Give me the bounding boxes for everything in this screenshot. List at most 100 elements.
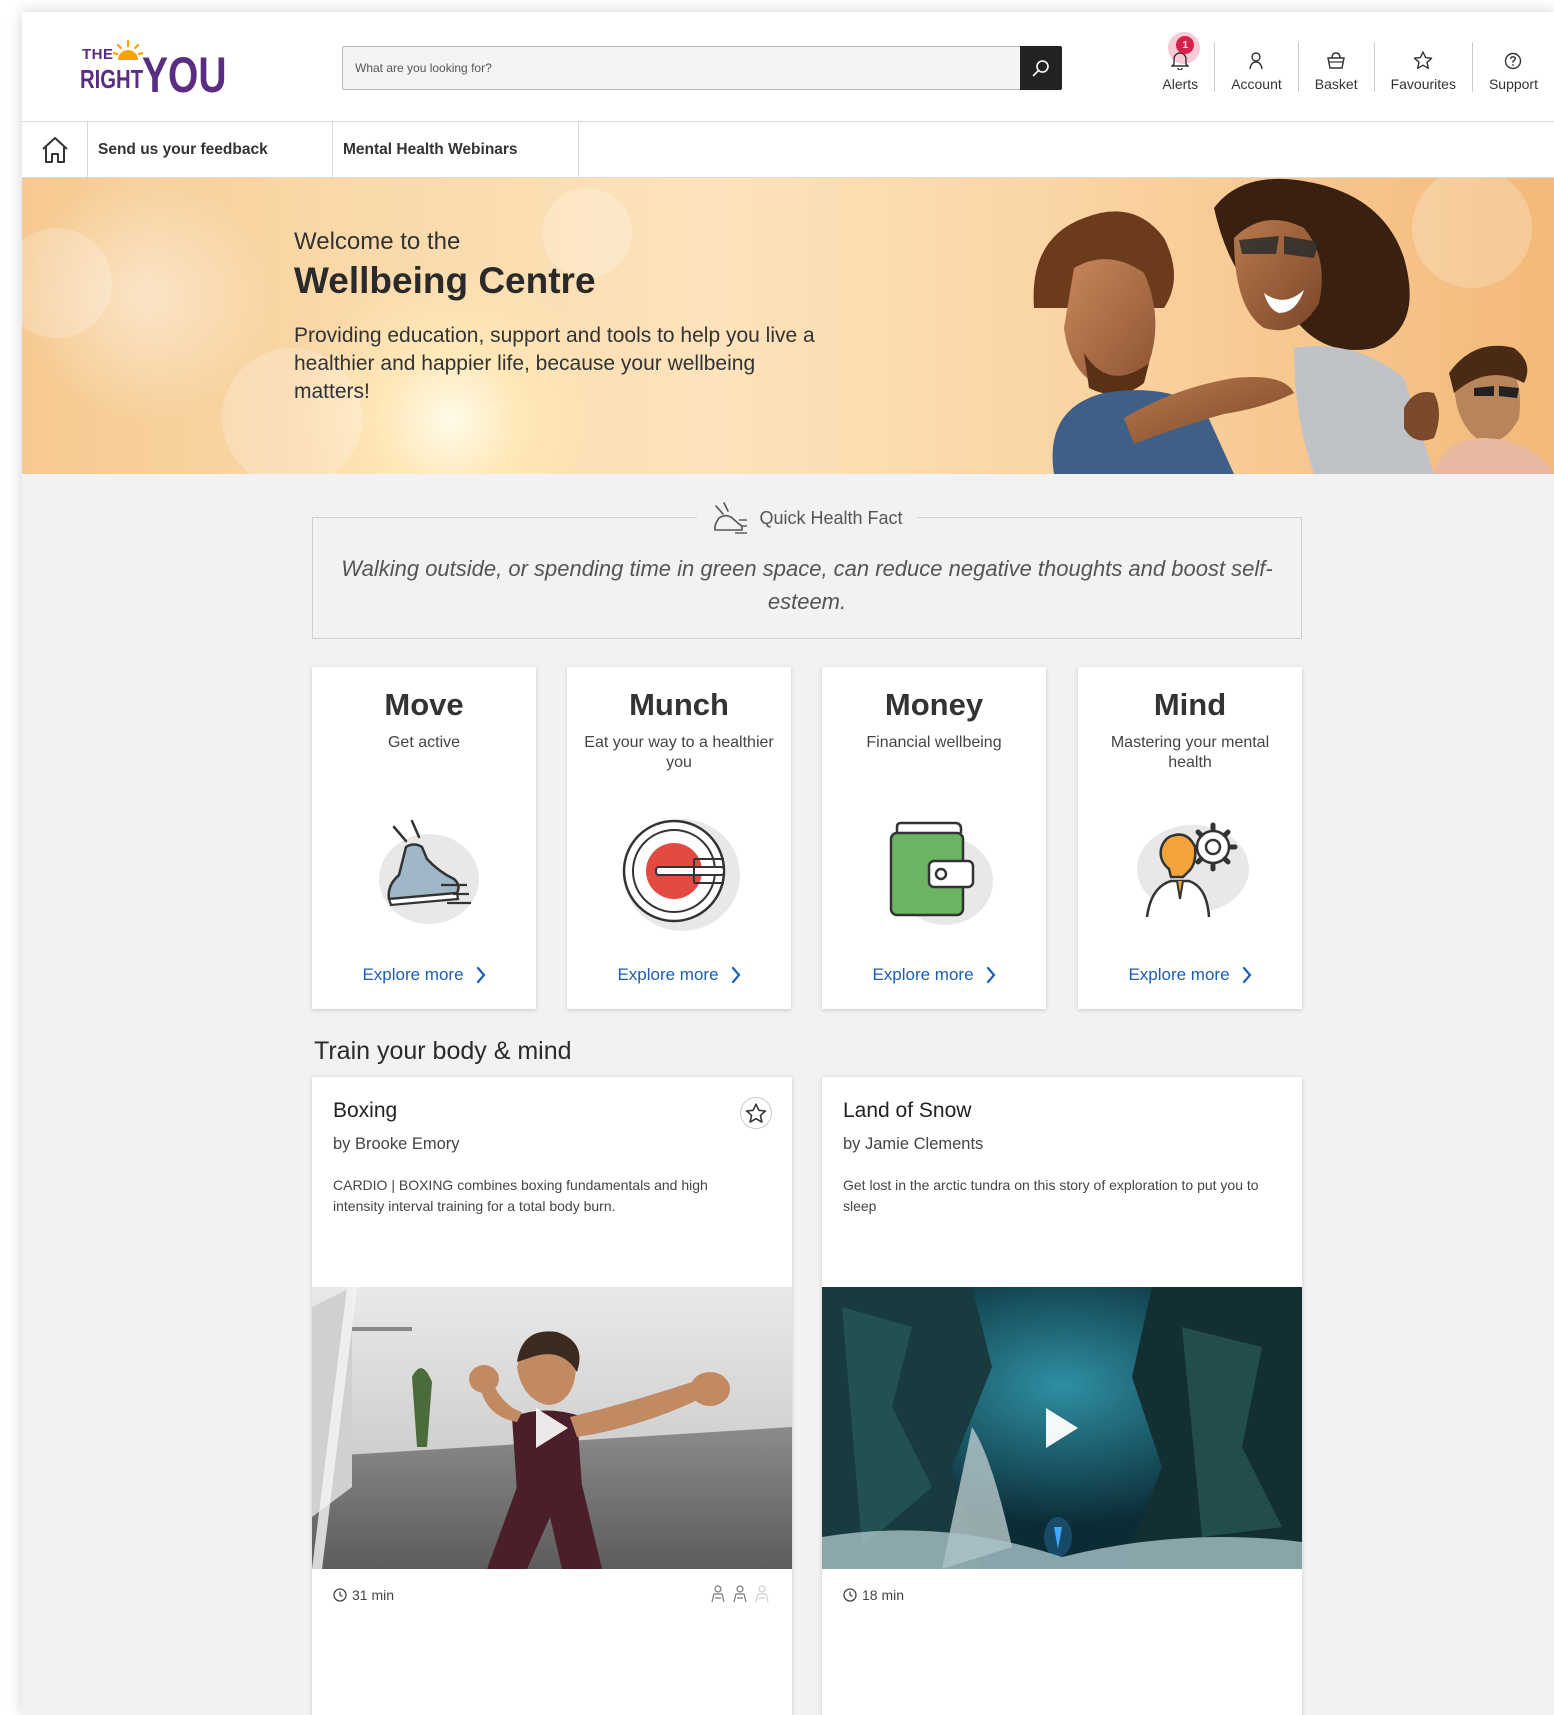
card-title: Move bbox=[384, 687, 464, 722]
card-subtitle: Get active bbox=[387, 734, 461, 751]
hero-bokeh bbox=[22, 228, 112, 338]
media-duration: 18 min bbox=[843, 1587, 904, 1603]
card-illustration bbox=[1078, 807, 1302, 937]
basket-icon bbox=[1326, 48, 1346, 70]
logo-the: THE bbox=[82, 46, 114, 63]
hero-description: Providing education, support and tools t… bbox=[294, 324, 815, 403]
media-title: Land of Snow bbox=[843, 1099, 972, 1122]
feedback-link[interactable]: Send us your feedback bbox=[88, 122, 333, 178]
logo-right: RIGHT bbox=[80, 64, 144, 94]
home-button[interactable] bbox=[22, 122, 88, 178]
hero-people-photo bbox=[1033, 178, 1554, 474]
media-title: Boxing bbox=[333, 1099, 398, 1122]
search-input[interactable] bbox=[343, 47, 993, 89]
hero-pretitle: Welcome to the bbox=[294, 228, 461, 255]
support-label: Support bbox=[1488, 76, 1538, 92]
wallet-icon bbox=[889, 821, 993, 925]
card-illustration bbox=[822, 807, 1046, 937]
play-icon[interactable] bbox=[1044, 1406, 1080, 1450]
search-button[interactable] bbox=[1020, 46, 1062, 90]
difficulty-person-icon bbox=[711, 1585, 725, 1603]
media-description: CARDIO | BOXING combines boxing fundamen… bbox=[333, 1177, 708, 1214]
quick-health-fact: Quick Health Fact Walking outside, or sp… bbox=[312, 500, 1302, 639]
basket-button[interactable]: Basket bbox=[1297, 42, 1374, 92]
header-nav: 1 Alerts Account Basket Favourites Suppo… bbox=[1146, 32, 1554, 102]
user-icon bbox=[1248, 48, 1264, 70]
difficulty-person-icon bbox=[733, 1585, 747, 1603]
webinars-link[interactable]: Mental Health Webinars bbox=[333, 122, 579, 178]
support-button[interactable]: Support bbox=[1471, 42, 1554, 92]
media-author: by Brooke Emory bbox=[333, 1135, 460, 1153]
explore-more-label: Explore more bbox=[872, 965, 974, 984]
mind-gear-icon bbox=[1137, 822, 1249, 918]
media-card-land-of-snow[interactable]: Land of Snow by Jamie Clements Get lost … bbox=[822, 1077, 1302, 1715]
alerts-label: Alerts bbox=[1162, 76, 1199, 92]
card-title: Munch bbox=[629, 687, 729, 722]
chevron-right-icon bbox=[731, 966, 740, 984]
secondary-nav: Send us your feedback Mental Health Webi… bbox=[22, 122, 1554, 178]
fact-legend-inner: Quick Health Fact bbox=[697, 500, 917, 536]
explore-more-link[interactable]: Explore more bbox=[312, 965, 536, 985]
chevron-right-icon bbox=[986, 966, 995, 984]
favourites-label: Favourites bbox=[1390, 76, 1456, 92]
search-bar bbox=[342, 46, 1062, 90]
account-button[interactable]: Account bbox=[1214, 42, 1298, 92]
help-icon bbox=[1504, 48, 1522, 70]
alerts-button[interactable]: 1 Alerts bbox=[1146, 32, 1214, 92]
explore-more-label: Explore more bbox=[1128, 965, 1230, 984]
media-duration: 31 min bbox=[333, 1587, 394, 1603]
media-card-boxing[interactable]: Boxing by Brooke Emory CARDIO | BOXING c… bbox=[312, 1077, 792, 1715]
fact-legend: Quick Health Fact bbox=[313, 500, 1301, 536]
section-title: Train your body & mind bbox=[314, 1037, 572, 1065]
duration-text: 31 min bbox=[352, 1587, 395, 1603]
basket-label: Basket bbox=[1314, 76, 1358, 92]
explore-more-label: Explore more bbox=[617, 965, 719, 984]
duration-text: 18 min bbox=[862, 1587, 905, 1603]
sun-icon bbox=[113, 40, 143, 60]
star-icon bbox=[1413, 48, 1433, 70]
play-icon[interactable] bbox=[534, 1406, 570, 1450]
chevron-right-icon bbox=[476, 966, 485, 984]
running-shoe-icon bbox=[714, 502, 748, 534]
browser-page: THE RIGHT YOU 1 bbox=[22, 12, 1554, 1715]
category-card-move[interactable]: Move Get active Explore more bbox=[312, 667, 536, 1009]
card-title: Mind bbox=[1153, 687, 1227, 722]
category-card-money[interactable]: Money Financial wellbeing Explore more bbox=[822, 667, 1046, 1009]
hero-banner: Welcome to the Wellbeing Centre Providin… bbox=[22, 178, 1554, 474]
explore-more-link[interactable]: Explore more bbox=[822, 965, 1046, 985]
fact-label: Quick Health Fact bbox=[759, 507, 903, 528]
shoe-icon bbox=[379, 819, 479, 924]
clock-icon bbox=[333, 1588, 347, 1602]
category-cards: Move Get active Explore more Munch Eat y… bbox=[312, 667, 1302, 1009]
explore-more-label: Explore more bbox=[362, 965, 464, 984]
fact-text: Walking outside, or spending time in gre… bbox=[341, 556, 1273, 614]
explore-more-link[interactable]: Explore more bbox=[567, 965, 791, 985]
logo-you: YOU bbox=[142, 47, 227, 103]
explore-more-link[interactable]: Explore more bbox=[1078, 965, 1302, 985]
favourite-button[interactable] bbox=[740, 1097, 772, 1129]
brand-logo[interactable]: THE RIGHT YOU bbox=[80, 40, 230, 103]
home-icon bbox=[41, 137, 68, 163]
video-thumbnail[interactable] bbox=[312, 1287, 792, 1569]
search-icon bbox=[1032, 60, 1049, 77]
card-title: Money bbox=[884, 687, 984, 722]
chevron-right-icon bbox=[1242, 966, 1251, 984]
card-illustration bbox=[567, 807, 791, 937]
card-subtitle: Mastering your mental health bbox=[1110, 734, 1270, 771]
plate-fork-icon bbox=[622, 819, 740, 931]
difficulty-person-icon bbox=[755, 1585, 769, 1603]
category-card-mind[interactable]: Mind Mastering your mental health Explor… bbox=[1078, 667, 1302, 1009]
hero-title: Wellbeing Centre bbox=[294, 260, 596, 301]
media-author: by Jamie Clements bbox=[843, 1135, 984, 1153]
media-description: Get lost in the arctic tundra on this st… bbox=[843, 1177, 1259, 1214]
site-header: THE RIGHT YOU 1 bbox=[22, 12, 1554, 122]
clock-icon bbox=[843, 1588, 857, 1602]
star-icon bbox=[745, 1102, 767, 1123]
card-subtitle: Eat your way to a healthier you bbox=[584, 734, 774, 771]
video-thumbnail[interactable] bbox=[822, 1287, 1302, 1569]
category-card-munch[interactable]: Munch Eat your way to a healthier you Ex… bbox=[567, 667, 791, 1009]
card-subtitle: Financial wellbeing bbox=[866, 734, 1002, 751]
difficulty-rating bbox=[710, 1585, 770, 1603]
card-illustration bbox=[312, 807, 536, 937]
favourites-button[interactable]: Favourites bbox=[1373, 42, 1472, 92]
